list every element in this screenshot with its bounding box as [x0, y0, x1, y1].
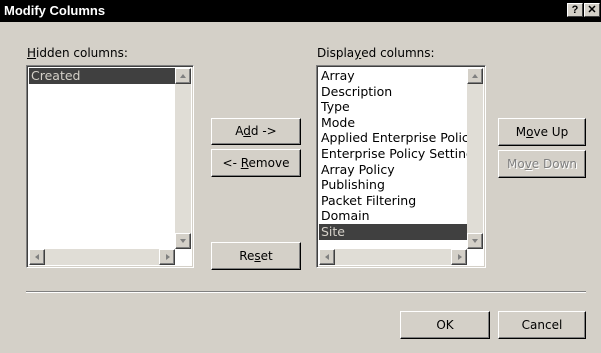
scroll-left-button[interactable] [319, 249, 335, 265]
hidden-columns-items: Created [29, 68, 175, 84]
reset-button[interactable]: Reset [211, 242, 301, 270]
hidden-columns-list[interactable]: Created [26, 65, 194, 268]
scroll-down-button[interactable] [175, 233, 191, 249]
left-arrow-icon [325, 254, 329, 260]
scroll-up-button[interactable] [175, 68, 191, 84]
scroll-right-button[interactable] [451, 249, 467, 265]
add-button[interactable]: Add -> [211, 118, 301, 145]
remove-button[interactable]: <- Remove [211, 149, 301, 177]
scroll-left-button[interactable] [29, 249, 45, 265]
right-arrow-icon [166, 254, 170, 260]
help-icon: ? [571, 4, 579, 16]
down-arrow-icon [180, 239, 186, 243]
list-item[interactable]: Enterprise Policy Settings [319, 146, 480, 162]
down-arrow-icon [472, 239, 478, 243]
list-item[interactable]: Created [29, 68, 175, 84]
displayed-list-vertical-scrollbar[interactable] [467, 68, 483, 249]
list-item[interactable]: Site [319, 223, 467, 240]
displayed-list-horizontal-scrollbar[interactable] [319, 249, 467, 265]
hidden-list-horizontal-scrollbar[interactable] [29, 249, 175, 265]
list-item[interactable]: Applied Enterprise Policy [319, 130, 476, 146]
close-icon: ✕ [587, 4, 597, 16]
displayed-columns-list[interactable]: Array Description Type Mode Applied Enterpri… [316, 65, 486, 268]
divider [26, 291, 586, 293]
hidden-list-vertical-scrollbar[interactable] [175, 68, 191, 249]
list-item[interactable]: Description [319, 84, 467, 100]
list-item[interactable]: Array [319, 68, 467, 84]
displayed-columns-label: Displayed columns: [317, 46, 435, 60]
scroll-right-button[interactable] [159, 249, 175, 265]
list-item[interactable]: Type [319, 99, 467, 115]
up-arrow-icon [180, 74, 186, 78]
list-item[interactable]: Packet Filtering [319, 193, 467, 209]
close-button[interactable]: ✕ [584, 3, 600, 17]
hidden-columns-label: Hidden columns: [27, 46, 128, 60]
list-item[interactable]: Domain [319, 208, 467, 224]
left-arrow-icon [35, 254, 39, 260]
displayed-columns-items: Array Description Type Mode Applied Enterpri… [319, 68, 480, 240]
right-arrow-icon [458, 254, 462, 260]
scroll-up-button[interactable] [467, 68, 483, 84]
ok-button[interactable]: OK [400, 311, 490, 339]
dialog-title: Modify Columns [4, 3, 106, 18]
up-arrow-icon [472, 74, 478, 78]
list-item[interactable]: Array Policy [319, 162, 467, 178]
move-up-button[interactable]: Move Up [498, 118, 586, 146]
scroll-down-button[interactable] [467, 233, 483, 249]
title-bar[interactable]: Modify Columns ? ✕ [0, 0, 601, 22]
help-button[interactable]: ? [567, 3, 583, 17]
move-down-button[interactable]: Move Down [498, 150, 586, 178]
list-item[interactable]: Mode [319, 115, 467, 131]
modify-columns-dialog: Modify Columns ? ✕ Hidden columns: Creat… [0, 0, 601, 353]
cancel-button[interactable]: Cancel [498, 311, 586, 339]
list-item[interactable]: Publishing [319, 177, 467, 193]
